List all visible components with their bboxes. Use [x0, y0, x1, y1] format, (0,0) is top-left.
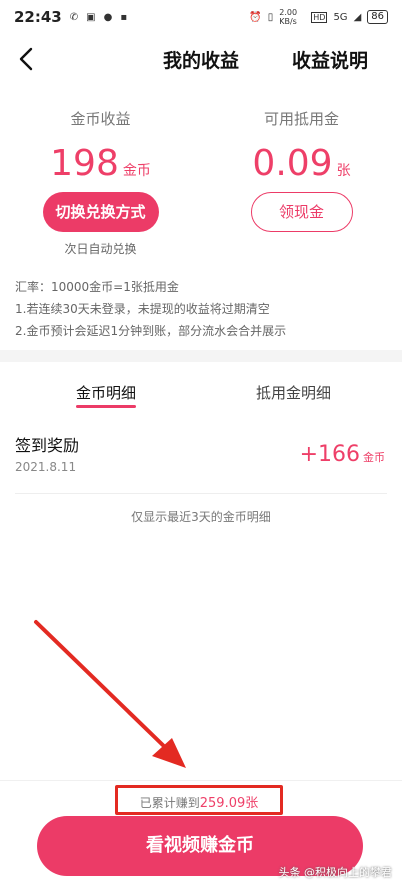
nav-bar: 我的收益 收益说明	[0, 34, 402, 84]
list-item: 签到奖励 2021.8.11 +166 金币	[15, 430, 387, 494]
chat-icon: ●	[103, 11, 113, 23]
coins-column: 金币收益 198 金币 切换兑换方式 次日自动兑换	[0, 100, 201, 257]
vibrate-icon: ▯	[267, 11, 274, 23]
message-icon: ▪	[120, 11, 128, 23]
wifi-icon: ◢	[353, 11, 362, 23]
watermark: 头条 @积极向上的攀君	[278, 866, 393, 879]
coins-value-row: 198 金币	[0, 143, 201, 184]
active-tab-indicator	[76, 405, 136, 408]
status-bar: 22:43 ✆ ▣ ● ▪ ⏰ ▯ 2.00 KB/s HD 5G ◢ 86	[0, 0, 402, 34]
record-date: 2021.8.11	[15, 460, 77, 474]
voucher-column: 可用抵用金 0.09 张 领现金	[201, 100, 402, 232]
coins-unit: 金币	[122, 163, 151, 179]
record-amount-value: +166	[299, 442, 360, 467]
rules-text: 汇率：10000金币=1张抵用金 1.若连续30天未登录，未提现的收益将过期清空…	[15, 276, 395, 342]
tab-voucher-details[interactable]: 抵用金明细	[256, 382, 331, 403]
tab-coin-details[interactable]: 金币明细	[76, 382, 136, 403]
rule-item: 2.金币预计会延迟1分钟到账，部分流水会合并展示	[15, 324, 287, 338]
record-title: 签到奖励	[15, 436, 80, 455]
detail-tabs: 金币明细 抵用金明细	[0, 370, 402, 414]
status-left: 22:43 ✆ ▣ ● ▪	[14, 8, 127, 26]
section-divider	[0, 350, 402, 362]
cumulative-earnings-box: 已累计赚到259.09张	[115, 785, 283, 815]
record-amount-unit: 金币	[363, 451, 385, 464]
earnings-info-link[interactable]: 收益说明	[292, 46, 368, 73]
cumulative-value: 259.09张	[199, 796, 259, 811]
history-notice: 仅显示最近3天的金币明细	[131, 510, 271, 524]
battery-icon: 86	[367, 10, 388, 24]
cumulative-prefix: 已累计赚到	[139, 796, 200, 810]
notification-icon: ✆	[69, 11, 79, 23]
voucher-value-row: 0.09 张	[201, 143, 402, 184]
signal-label: 5G	[333, 11, 348, 23]
status-right: ⏰ ▯ 2.00 KB/s HD 5G ◢ 86	[249, 8, 388, 26]
status-time: 22:43	[14, 8, 62, 26]
coins-value: 198	[50, 143, 119, 184]
auto-exchange-note: 次日自动兑换	[64, 242, 137, 256]
rule-item: 1.若连续30天未登录，未提现的收益将过期清空	[15, 302, 270, 316]
alarm-icon: ⏰	[249, 11, 262, 23]
earnings-summary: 金币收益 198 金币 切换兑换方式 次日自动兑换 可用抵用金 0.09 张 领现金	[0, 100, 402, 260]
voucher-unit: 张	[336, 163, 351, 179]
voucher-label: 可用抵用金	[263, 110, 339, 128]
exchange-rate: 汇率：10000金币=1张抵用金	[15, 280, 179, 294]
coins-label: 金币收益	[70, 110, 131, 128]
hd-icon: HD	[311, 11, 328, 23]
record-amount: +166 金币	[300, 442, 385, 467]
network-speed: 2.00 KB/s	[279, 8, 298, 26]
app-icon: ▣	[86, 11, 96, 23]
switch-exchange-button[interactable]: 切换兑换方式	[42, 192, 159, 232]
withdraw-cash-button[interactable]: 领现金	[250, 192, 353, 232]
voucher-value: 0.09	[252, 143, 333, 184]
